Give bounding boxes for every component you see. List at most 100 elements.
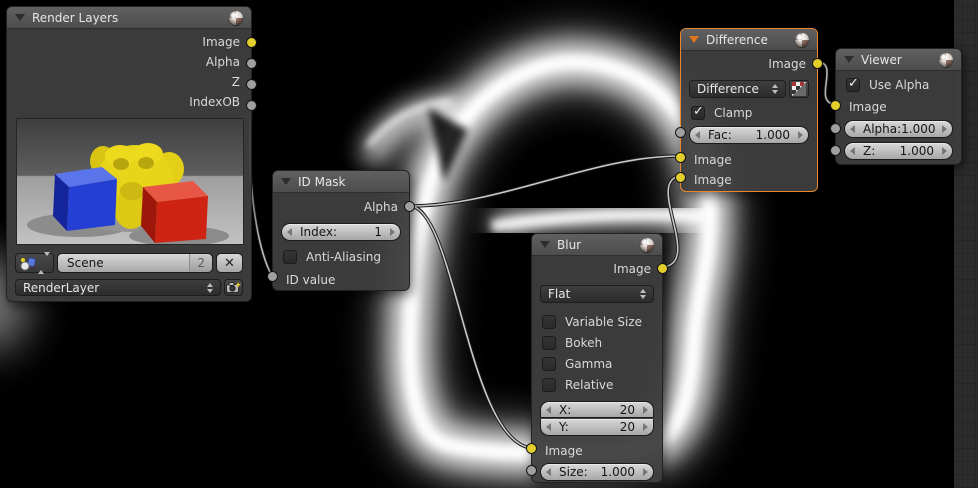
scene-selector-button[interactable] (15, 252, 54, 274)
output-z-label: Z (231, 75, 240, 89)
filter-type-select[interactable]: Flat (540, 285, 654, 303)
material-preview-icon (795, 32, 809, 47)
chevron-updown-icon (207, 282, 213, 293)
relative-checkbox[interactable] (542, 377, 556, 392)
socket-image-output[interactable] (657, 263, 668, 274)
node-title: Blur (557, 237, 582, 252)
blend-mode-select[interactable]: Difference (689, 80, 786, 98)
socket-image-output[interactable] (246, 37, 257, 48)
index-value: 1 (374, 225, 382, 239)
socket-alpha-output[interactable] (404, 201, 415, 212)
node-render-layers[interactable]: Render Layers Image Alpha Z IndexOB Scen… (6, 6, 257, 302)
input-image-label: Image (849, 100, 887, 114)
decrement-icon (546, 405, 551, 414)
socket-indexob-output[interactable] (246, 100, 257, 111)
decrement-icon (287, 228, 292, 236)
fac-field[interactable]: Fac: 1.000 (689, 126, 809, 144)
collapse-icon[interactable] (281, 178, 291, 185)
decrement-icon (850, 125, 855, 133)
chevron-updown-icon (772, 84, 778, 94)
viewer-header[interactable]: Viewer (836, 49, 961, 71)
y-value: 20 (619, 420, 635, 434)
scene-users-count: 2 (189, 254, 212, 272)
socket-image-output[interactable] (812, 58, 823, 69)
collapse-icon[interactable] (15, 14, 25, 21)
socket-image-input[interactable] (526, 443, 537, 454)
alpha-swatch-icon (792, 82, 806, 96)
index-field[interactable]: Index: 1 (281, 223, 401, 241)
x-value: 20 (619, 402, 635, 417)
bokeh-checkbox[interactable] (542, 335, 556, 350)
output-image-label: Image (202, 35, 240, 49)
size-label: Size: (559, 465, 588, 479)
clamp-checkbox[interactable] (691, 104, 705, 120)
gamma-label: Gamma (565, 356, 613, 371)
socket-image1-input[interactable] (675, 152, 686, 163)
blur-x-field[interactable]: X: 20 (540, 401, 654, 418)
collapse-icon[interactable] (540, 241, 550, 248)
render-layer-value: RenderLayer (23, 280, 100, 295)
collapse-icon[interactable] (844, 56, 854, 63)
difference-header[interactable]: Difference (681, 29, 817, 51)
anti-aliasing-label: Anti-Aliasing (306, 249, 381, 264)
size-value: 1.000 (600, 465, 635, 479)
gamma-checkbox[interactable] (542, 356, 556, 371)
close-icon: ✕ (224, 255, 235, 271)
input-image-label: Image (545, 444, 583, 458)
render-preview (16, 118, 244, 246)
z-label: Z: (863, 144, 876, 158)
increment-icon (643, 423, 648, 431)
node-viewer[interactable]: Viewer Use Alpha Image Alpha: 1.000 Z: 1… (830, 48, 962, 165)
alpha-label: Alpha: (863, 122, 902, 136)
scene-icon (20, 256, 36, 270)
blend-mode-value: Difference (697, 82, 759, 96)
relative-label: Relative (565, 377, 614, 392)
increment-icon (942, 125, 947, 133)
node-title: ID Mask (298, 174, 346, 189)
blur-y-field[interactable]: Y: 20 (540, 419, 654, 436)
collapse-icon[interactable] (689, 36, 699, 43)
scene-name-field[interactable]: Scene 2 (57, 253, 213, 273)
blur-header[interactable]: Blur (532, 234, 662, 256)
id-mask-header[interactable]: ID Mask (273, 171, 409, 193)
z-value: 1.000 (899, 144, 934, 158)
node-id-mask[interactable]: ID Mask Alpha Index: 1 Anti-Aliasing ID … (267, 170, 415, 291)
render-layers-header[interactable]: Render Layers (7, 7, 251, 29)
socket-image2-input[interactable] (675, 172, 686, 183)
viewer-z-field[interactable]: Z: 1.000 (844, 142, 953, 160)
material-preview-icon (229, 10, 243, 25)
chevron-updown-icon (640, 289, 646, 299)
variable-size-label: Variable Size (565, 314, 643, 329)
use-alpha-checkbox[interactable] (846, 76, 860, 92)
camera-icon (226, 282, 241, 293)
variable-size-checkbox[interactable] (542, 314, 556, 329)
fac-value: 1.000 (755, 128, 790, 142)
output-image-label: Image (613, 262, 651, 276)
increment-icon (942, 147, 947, 155)
alpha-swatch-button[interactable] (789, 80, 809, 98)
node-title: Viewer (861, 52, 902, 67)
socket-z-input[interactable] (830, 145, 841, 156)
socket-image-input[interactable] (830, 100, 841, 111)
socket-z-output[interactable] (246, 79, 257, 90)
node-difference[interactable]: Difference Image Difference Clamp Fac: 1… (675, 28, 823, 192)
socket-alpha-output[interactable] (246, 58, 257, 69)
output-alpha-label: Alpha (363, 200, 398, 214)
material-preview-icon (939, 52, 953, 67)
anti-aliasing-checkbox[interactable] (283, 249, 297, 264)
scene-unlink-button[interactable]: ✕ (216, 253, 243, 273)
socket-alpha-input[interactable] (830, 123, 841, 134)
output-image-label: Image (768, 57, 806, 71)
render-layer-select[interactable]: RenderLayer (15, 279, 221, 296)
socket-fac-input[interactable] (675, 127, 686, 138)
socket-size-input[interactable] (526, 465, 537, 476)
socket-id-value-input[interactable] (267, 271, 278, 282)
viewer-alpha-field[interactable]: Alpha: 1.000 (844, 120, 953, 138)
new-render-layer-button[interactable] (224, 279, 243, 296)
x-label: X: (559, 402, 572, 417)
output-alpha-label: Alpha (205, 55, 240, 69)
size-field[interactable]: Size: 1.000 (540, 463, 654, 481)
node-blur[interactable]: Blur Image Flat Variable Size Bokeh Gamm… (526, 233, 668, 483)
increment-icon (390, 228, 395, 236)
input-image1-label: Image (694, 153, 732, 167)
